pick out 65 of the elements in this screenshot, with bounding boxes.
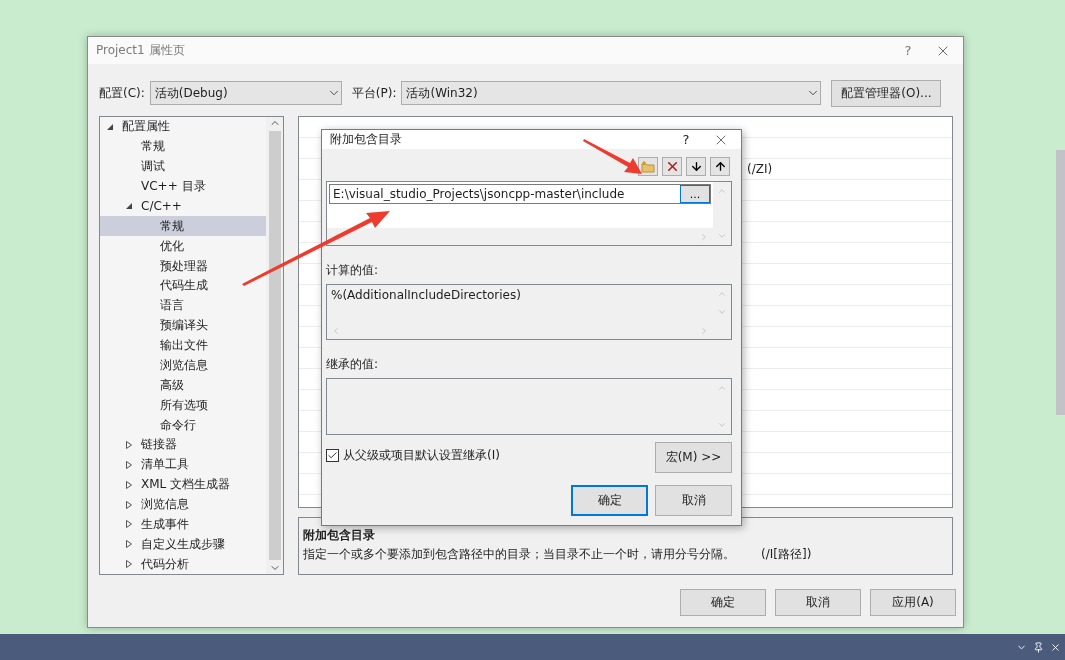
tree-item[interactable]: C/C++: [100, 196, 266, 217]
move-up-icon[interactable]: [710, 157, 730, 176]
directory-field[interactable]: E:\visual_studio_Projects\jsoncpp-master\include ...: [329, 184, 711, 204]
tree-item[interactable]: 预编译头: [100, 315, 266, 336]
tree-item[interactable]: 所有选项: [100, 395, 266, 416]
collapsed-triangle-icon[interactable]: [125, 480, 133, 489]
platform-dropdown[interactable]: 活动(Win32): [401, 81, 822, 105]
tree-item[interactable]: VC++ 目录: [100, 176, 266, 197]
tree-item[interactable]: 常规: [100, 136, 266, 157]
inherit-checkbox[interactable]: [326, 449, 339, 462]
dialog-button[interactable]: 应用(A): [870, 589, 956, 616]
tree-item[interactable]: XML 文档生成器: [100, 474, 266, 495]
collapsed-triangle-icon[interactable]: [125, 500, 133, 509]
move-down-icon[interactable]: [686, 157, 706, 176]
switch-text: (/I[路径]): [761, 546, 812, 564]
collapsed-triangle-icon[interactable]: [125, 520, 133, 529]
tree-item[interactable]: 调试: [100, 156, 266, 177]
tree-item[interactable]: 常规: [100, 216, 266, 237]
tree-item[interactable]: 生成事件: [100, 514, 266, 535]
config-manager-button[interactable]: 配置管理器(O)...: [831, 79, 942, 107]
collapsed-triangle-icon[interactable]: [125, 560, 133, 569]
arrow-annotation: [583, 139, 642, 174]
tree-item[interactable]: 浏览信息: [100, 355, 266, 376]
help-button[interactable]: ?: [893, 43, 923, 58]
description-title: 附加包含目录: [303, 527, 376, 545]
delete-icon[interactable]: [662, 157, 682, 176]
tree-item[interactable]: 语言: [100, 295, 266, 316]
tree-item[interactable]: 配置属性: [100, 117, 266, 137]
inherit-label: 从父级或项目默认设置继承(I): [343, 447, 500, 464]
expanded-triangle-icon[interactable]: [125, 202, 133, 211]
config-dropdown[interactable]: 活动(Debug): [149, 81, 342, 105]
tree-item[interactable]: 优化: [100, 236, 266, 257]
collapsed-triangle-icon[interactable]: [125, 440, 133, 449]
tree-item[interactable]: 命令行: [100, 415, 266, 435]
tree-item[interactable]: 清单工具: [100, 454, 266, 475]
tree-item[interactable]: 自定义生成步骤: [100, 534, 266, 555]
window-title: Project1 属性页: [96, 42, 186, 59]
help-button[interactable]: ?: [671, 132, 701, 147]
collapsed-triangle-icon[interactable]: [125, 460, 133, 469]
new-folder-icon[interactable]: [638, 157, 658, 176]
tree-item[interactable]: 输出文件: [100, 335, 266, 356]
dialog-button[interactable]: 取消: [775, 589, 861, 616]
tree-item[interactable]: 浏览信息: [100, 494, 266, 515]
tree-item[interactable]: 预处理器: [100, 256, 266, 276]
tree-item[interactable]: 代码分析: [100, 554, 266, 574]
evaluated-label: 计算的值:: [326, 262, 380, 279]
dialog-button[interactable]: 确定: [680, 589, 766, 616]
macro-button[interactable]: 宏(M) >>: [655, 442, 732, 473]
tree-item[interactable]: 高级: [100, 375, 266, 396]
property-value: (/ZI): [747, 162, 773, 176]
dialog-button[interactable]: 确定: [571, 485, 648, 516]
collapsed-triangle-icon[interactable]: [125, 540, 133, 549]
inherited-label: 继承的值:: [326, 356, 380, 373]
platform-label: 平台(P):: [351, 84, 397, 102]
dialog-button[interactable]: 取消: [655, 485, 732, 516]
config-label: 配置(C):: [99, 84, 145, 102]
tree-item[interactable]: 代码生成: [100, 276, 266, 296]
expanded-triangle-icon[interactable]: [106, 122, 114, 131]
dialog-title: 附加包含目录: [330, 131, 403, 148]
tree-item[interactable]: 链接器: [100, 435, 266, 455]
pin-icon[interactable]: [1033, 641, 1044, 653]
browse-button[interactable]: ...: [680, 185, 710, 203]
close-icon[interactable]: [1050, 641, 1061, 653]
description-text: 指定一个或多个要添加到包含路径中的目录；当目录不止一个时，请用分号分隔。: [303, 546, 735, 564]
evaluated-value: %(AdditionalIncludeDirectories): [330, 287, 522, 304]
